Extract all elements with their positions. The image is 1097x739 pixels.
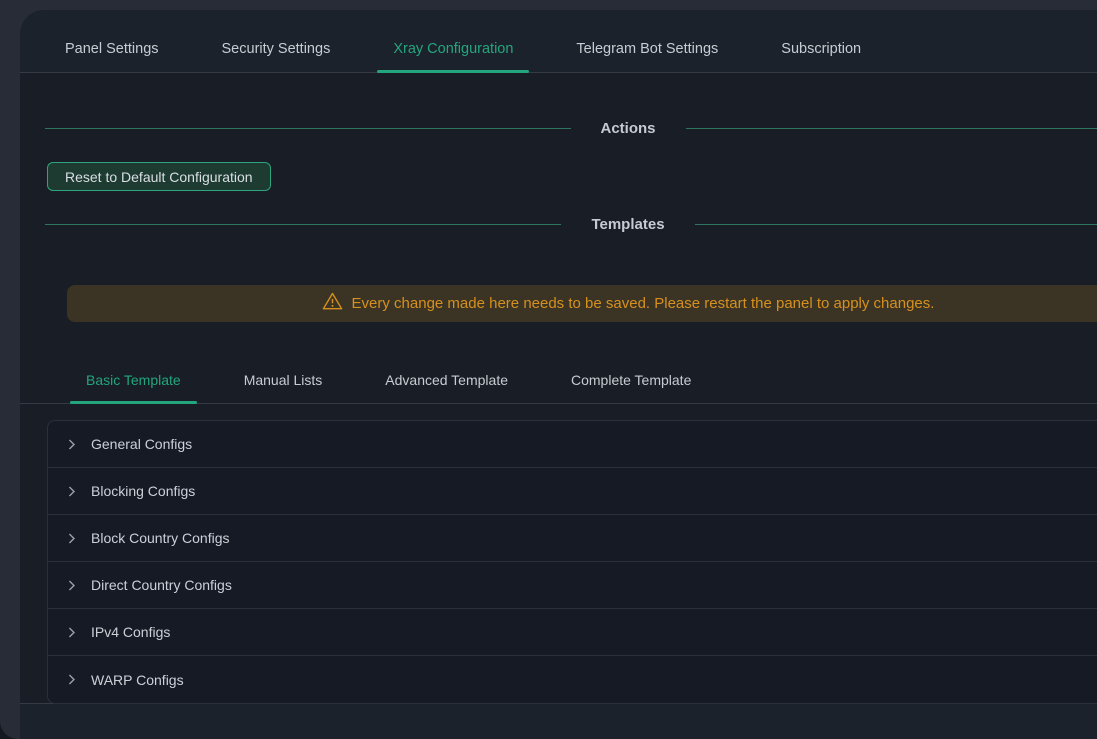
divider-line <box>686 128 1097 129</box>
actions-divider: Actions <box>45 118 1097 138</box>
tab-advanced-template[interactable]: Advanced Template <box>369 357 524 404</box>
accordion-row-warp-configs[interactable]: WARP Configs <box>48 656 1097 703</box>
accordion-row-direct-country-configs[interactable]: Direct Country Configs <box>48 562 1097 609</box>
warning-triangle-icon <box>322 291 343 316</box>
page-background: Panel Settings Security Settings Xray Co… <box>0 0 1097 739</box>
accordion-row-label: General Configs <box>91 436 192 452</box>
chevron-right-icon <box>65 626 78 639</box>
divider-line <box>45 128 571 129</box>
config-accordion: General Configs Blocking Configs Block C… <box>47 420 1097 704</box>
main-tab-bar: Panel Settings Security Settings Xray Co… <box>20 10 1097 73</box>
tab-manual-lists[interactable]: Manual Lists <box>228 357 339 404</box>
chevron-right-icon <box>65 673 78 686</box>
chevron-right-icon <box>65 579 78 592</box>
template-tab-bar: Basic Template Manual Lists Advanced Tem… <box>20 357 1097 404</box>
accordion-row-label: Blocking Configs <box>91 483 195 499</box>
accordion-row-label: IPv4 Configs <box>91 624 170 640</box>
chevron-right-icon <box>65 532 78 545</box>
chevron-right-icon <box>65 485 78 498</box>
accordion-row-label: WARP Configs <box>91 672 184 688</box>
chevron-right-icon <box>65 438 78 451</box>
tab-telegram-bot-settings[interactable]: Telegram Bot Settings <box>560 26 734 73</box>
accordion-row-blocking-configs[interactable]: Blocking Configs <box>48 468 1097 515</box>
tab-basic-template[interactable]: Basic Template <box>70 357 197 404</box>
tab-subscription[interactable]: Subscription <box>765 26 877 73</box>
warning-message: Every change made here needs to be saved… <box>352 295 935 312</box>
templates-section-title: Templates <box>591 216 664 233</box>
settings-card: Panel Settings Security Settings Xray Co… <box>20 10 1097 739</box>
templates-divider: Templates <box>45 214 1097 234</box>
reset-to-default-button[interactable]: Reset to Default Configuration <box>47 162 271 191</box>
divider-line <box>695 224 1097 225</box>
accordion-row-block-country-configs[interactable]: Block Country Configs <box>48 515 1097 562</box>
accordion-row-label: Direct Country Configs <box>91 577 232 593</box>
restart-warning-alert: Every change made here needs to be saved… <box>67 285 1097 322</box>
accordion-row-general-configs[interactable]: General Configs <box>48 421 1097 468</box>
divider-line <box>45 224 561 225</box>
tab-panel-settings[interactable]: Panel Settings <box>49 26 175 73</box>
actions-section-title: Actions <box>601 120 656 137</box>
tab-xray-configuration[interactable]: Xray Configuration <box>377 26 529 73</box>
accordion-row-ipv4-configs[interactable]: IPv4 Configs <box>48 609 1097 656</box>
xray-configuration-pane: Actions Reset to Default Configuration T… <box>20 73 1097 704</box>
tab-security-settings[interactable]: Security Settings <box>206 26 347 73</box>
tab-complete-template[interactable]: Complete Template <box>555 357 707 404</box>
accordion-row-label: Block Country Configs <box>91 530 230 546</box>
